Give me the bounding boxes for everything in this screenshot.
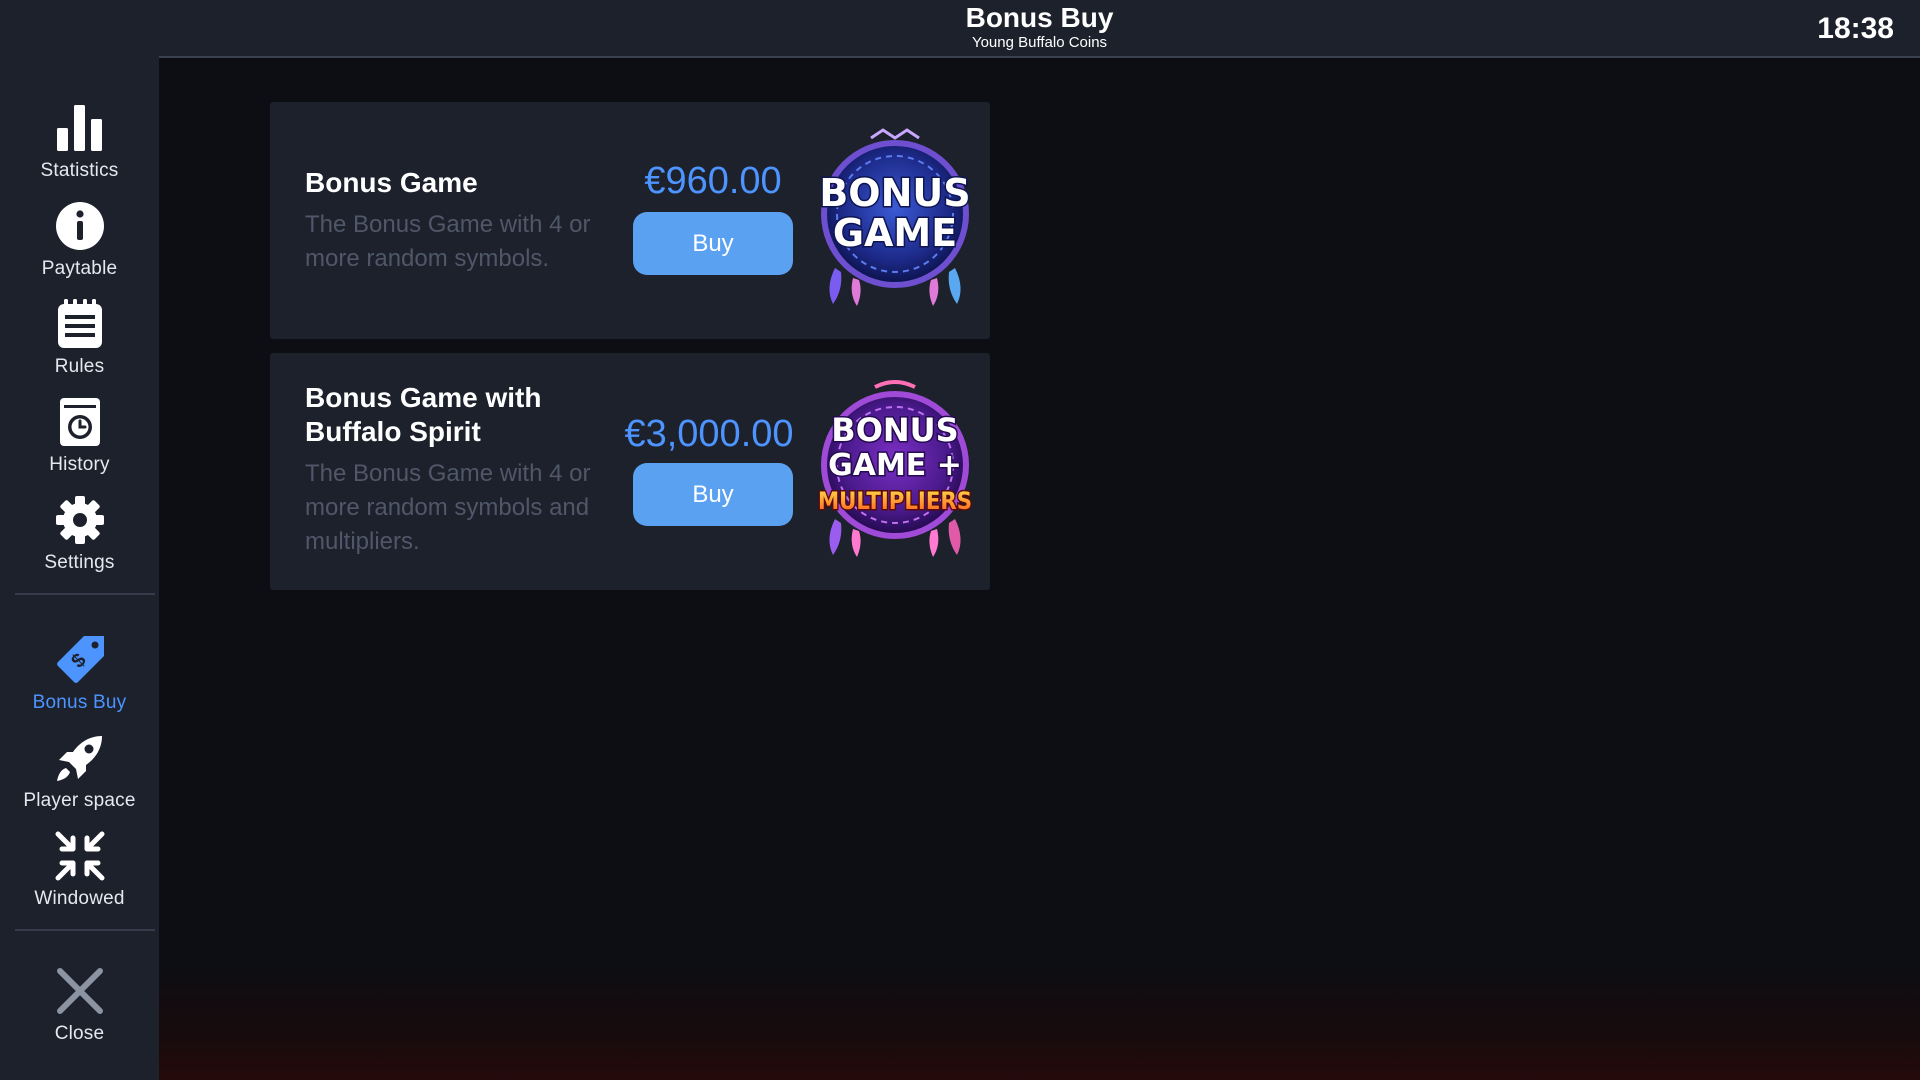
offer-title: Bonus Game with Buffalo Spirit [305,382,542,447]
sidebar: Statistics Paytable Rules History Settin… [0,0,159,1080]
sidebar-item-label: History [49,454,110,475]
svg-text:MULTIPLIERS: MULTIPLIERS [818,487,972,515]
sidebar-item-label: Windowed [34,888,125,909]
offer-price: €3,000.00 [624,413,794,455]
sidebar-item-statistics[interactable]: Statistics [0,100,159,190]
close-icon [52,963,108,1019]
svg-text:BONUS: BONUS [819,171,970,215]
svg-text:GAME: GAME [833,211,957,255]
sidebar-item-label: Settings [44,552,115,573]
svg-text:BONUS: BONUS [831,411,958,449]
buy-button[interactable]: Buy [633,463,793,526]
game-name: Young Buffalo Coins [971,34,1108,51]
sidebar-item-label: Close [54,1023,105,1044]
buy-button[interactable]: Buy [633,212,793,275]
bonus-offer-card: Bonus Game with Buffalo Spirit The Bonus… [270,353,990,590]
sidebar-item-label: Paytable [41,258,118,279]
offer-description: The Bonus Game with 4 or more random sym… [305,211,591,272]
price-tag-icon: $ [52,632,108,688]
sidebar-item-windowed[interactable]: Windowed [0,828,159,918]
bonus-buy-panel: Bonus Game The Bonus Game with 4 or more… [159,60,1920,1080]
history-clock-icon [52,394,108,450]
sidebar-item-label: Player space [23,790,136,811]
bonus-game-multipliers-badge: BONUS GAME + MULTIPLIERS [813,379,977,559]
sidebar-divider [15,929,155,931]
page-title: Bonus Buy [965,2,1114,33]
info-icon [52,198,108,254]
bonus-offer-card: Bonus Game The Bonus Game with 4 or more… [270,102,990,339]
app-root: Statistics Paytable Rules History Settin… [0,0,1920,1080]
sidebar-item-close[interactable]: Close [0,963,159,1053]
rocket-icon [52,730,108,786]
sidebar-item-bonus-buy[interactable]: $ Bonus Buy [0,632,159,722]
sidebar-divider [15,593,155,595]
sidebar-item-player-space[interactable]: Player space [0,730,159,820]
offer-price: €960.00 [644,160,782,202]
bonus-game-badge: BONUS GAME [813,128,977,308]
gear-icon [52,492,108,548]
offer-description: The Bonus Game with 4 or more random sym… [305,460,591,555]
svg-text:GAME +: GAME + [828,448,962,483]
top-bar: Bonus Buy Young Buffalo Coins 18:38 [159,0,1920,58]
compress-arrows-icon [52,828,108,884]
clock: 18:38 [1817,12,1894,45]
offer-title: Bonus Game [305,167,478,198]
sidebar-item-paytable[interactable]: Paytable [0,198,159,288]
sidebar-item-rules[interactable]: Rules [0,296,159,386]
sidebar-item-settings[interactable]: Settings [0,492,159,582]
sidebar-item-label: Bonus Buy [32,692,127,713]
sidebar-item-label: Statistics [40,160,119,181]
sidebar-item-label: Rules [54,356,105,377]
sidebar-item-history[interactable]: History [0,394,159,484]
bar-chart-icon [52,100,108,156]
document-icon [52,296,108,352]
